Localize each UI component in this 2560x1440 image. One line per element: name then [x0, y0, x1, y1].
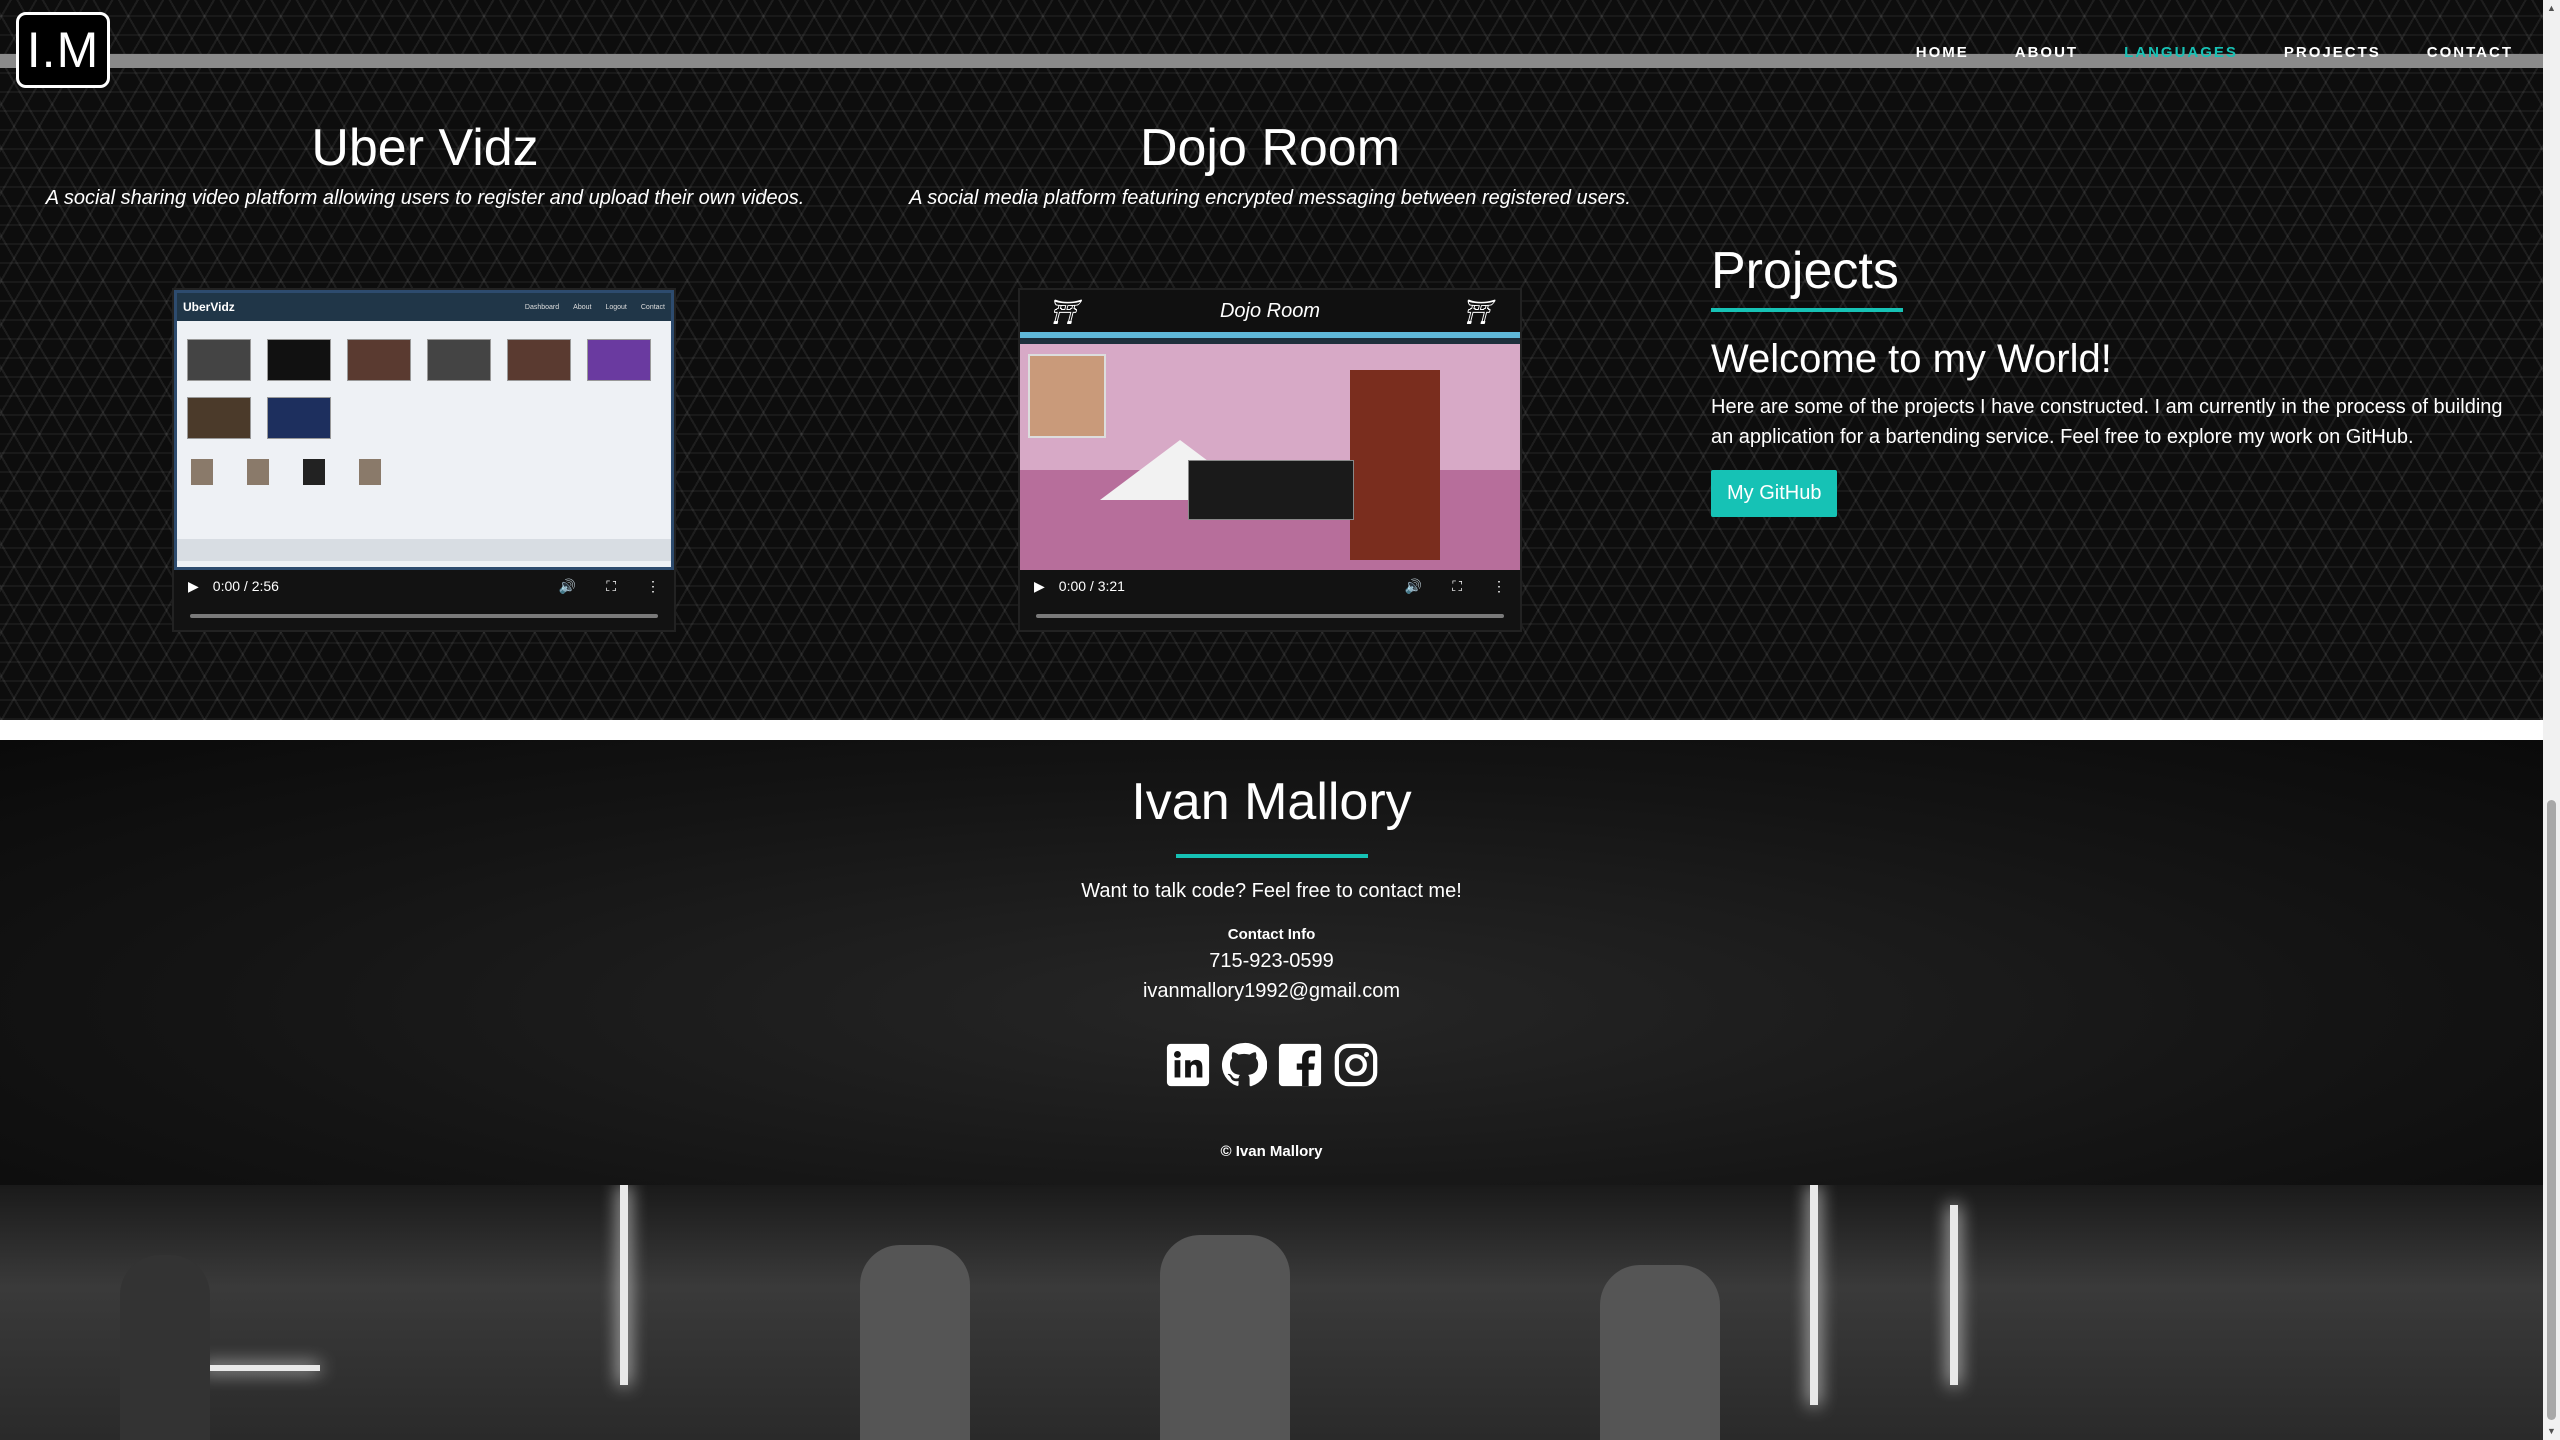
scrollbar-thumb[interactable] [2547, 800, 2556, 1420]
contact-email[interactable]: ivanmallory1992@gmail.com [0, 980, 2543, 1003]
footer-name: Ivan Mallory [1131, 773, 1412, 831]
poster-menu: Dashboard About Logout Contact [524, 303, 665, 311]
footer-tagline: Want to talk code? Feel free to contact … [1081, 880, 1462, 902]
contact-footer: Ivan Mallory Want to talk code? Feel fre… [0, 740, 2543, 1185]
section-divider [0, 720, 2543, 740]
more-options-icon[interactable]: ⋮ [646, 578, 660, 595]
video-player-dojo-room[interactable]: ⛩ Dojo Room ⛩ ▶ 0:00 / 3:21 🔊 ⛶ ⋮ [1020, 290, 1520, 630]
github-button[interactable]: My GitHub [1711, 470, 1838, 517]
contact-heading: Contact Info [1227, 926, 1316, 943]
volume-icon[interactable]: 🔊 [559, 578, 576, 595]
project-dojo-room: Dojo Room A social media platform featur… [885, 110, 1655, 210]
nav-links: HOME ABOUT LANGUAGES PROJECTS CONTACT [1916, 44, 2513, 61]
play-icon[interactable]: ▶ [188, 578, 199, 595]
projects-intro: Projects Welcome to my World! Here are s… [1711, 236, 2511, 517]
video-poster: ⛩ Dojo Room ⛩ [1020, 290, 1520, 570]
video-player-uber-vidz[interactable]: UberVidz Dashboard About Logout Contact ▶ 0… [174, 290, 674, 630]
poster-users [177, 439, 671, 485]
volume-icon[interactable]: 🔊 [1405, 578, 1422, 595]
projects-section: I.M HOME ABOUT LANGUAGES PROJECTS CONTAC… [0, 0, 2543, 720]
more-options-icon[interactable]: ⋮ [1492, 578, 1506, 595]
poster-brand: Dojo Room [1219, 299, 1321, 322]
band-photo [0, 1185, 2543, 1440]
nav-contact[interactable]: CONTACT [2427, 44, 2513, 61]
poster-brand: UberVidz [183, 300, 235, 314]
seek-bar[interactable] [1036, 614, 1504, 618]
poster-message-box [1188, 460, 1354, 520]
video-controls: ▶ 0:00 / 2:56 🔊 ⛶ ⋮ [174, 570, 674, 630]
poster-header: UberVidz Dashboard About Logout Contact [177, 293, 671, 321]
nav-home[interactable]: HOME [1916, 44, 1969, 61]
poster-header: ⛩ Dojo Room ⛩ [1020, 290, 1520, 332]
fullscreen-icon[interactable]: ⛶ [1452, 578, 1462, 595]
nav-projects[interactable]: PROJECTS [2284, 44, 2381, 61]
nav-languages[interactable]: LANGUAGES [2124, 44, 2238, 61]
seek-bar[interactable] [190, 614, 658, 618]
play-icon[interactable]: ▶ [1034, 578, 1045, 595]
instagram-icon[interactable] [1333, 1042, 1379, 1088]
torii-icon: ⛩ [1461, 299, 1492, 326]
scroll-down-icon[interactable]: ▼ [2543, 1423, 2560, 1440]
poster-pagoda [1350, 370, 1440, 560]
poster-profile-photo [1028, 354, 1106, 438]
contact-phone[interactable]: 715-923-0599 [0, 950, 2543, 973]
copyright: © Ivan Mallory [1220, 1143, 1323, 1160]
logo[interactable]: I.M [16, 12, 110, 88]
torii-icon: ⛩ [1048, 299, 1079, 326]
facebook-icon[interactable] [1277, 1042, 1323, 1088]
video-poster: UberVidz Dashboard About Logout Contact [174, 290, 674, 570]
project-description: A social sharing video platform allowing… [45, 187, 805, 209]
video-controls: ▶ 0:00 / 3:21 🔊 ⛶ ⋮ [1020, 570, 1520, 630]
scrollbar[interactable]: ▲ ▼ [2543, 0, 2560, 1440]
project-uber-vidz: Uber Vidz A social sharing video platfor… [40, 110, 810, 210]
poster-thumbnails [177, 321, 671, 439]
poster-footer [177, 539, 671, 561]
fullscreen-icon[interactable]: ⛶ [606, 578, 616, 595]
scroll-up-icon[interactable]: ▲ [2543, 0, 2560, 17]
navbar: I.M HOME ABOUT LANGUAGES PROJECTS CONTAC… [0, 0, 2543, 110]
nav-about[interactable]: ABOUT [2015, 44, 2078, 61]
footer-underline [1176, 854, 1368, 858]
section-heading: Projects [1711, 242, 1899, 300]
section-subheading: Welcome to my World! [1711, 337, 2112, 381]
github-icon[interactable] [1221, 1042, 1267, 1088]
video-time: 0:00 / 2:56 [212, 578, 279, 594]
social-links [0, 1042, 2543, 1088]
linkedin-icon[interactable] [1165, 1042, 1211, 1088]
project-title: Dojo Room [1139, 119, 1401, 177]
project-title: Uber Vidz [311, 119, 539, 177]
project-description: A social media platform featuring encryp… [909, 187, 1631, 209]
section-body: Here are some of the projects I have con… [1711, 396, 2503, 448]
heading-underline [1711, 308, 1903, 312]
video-time: 0:00 / 3:21 [1058, 578, 1125, 594]
